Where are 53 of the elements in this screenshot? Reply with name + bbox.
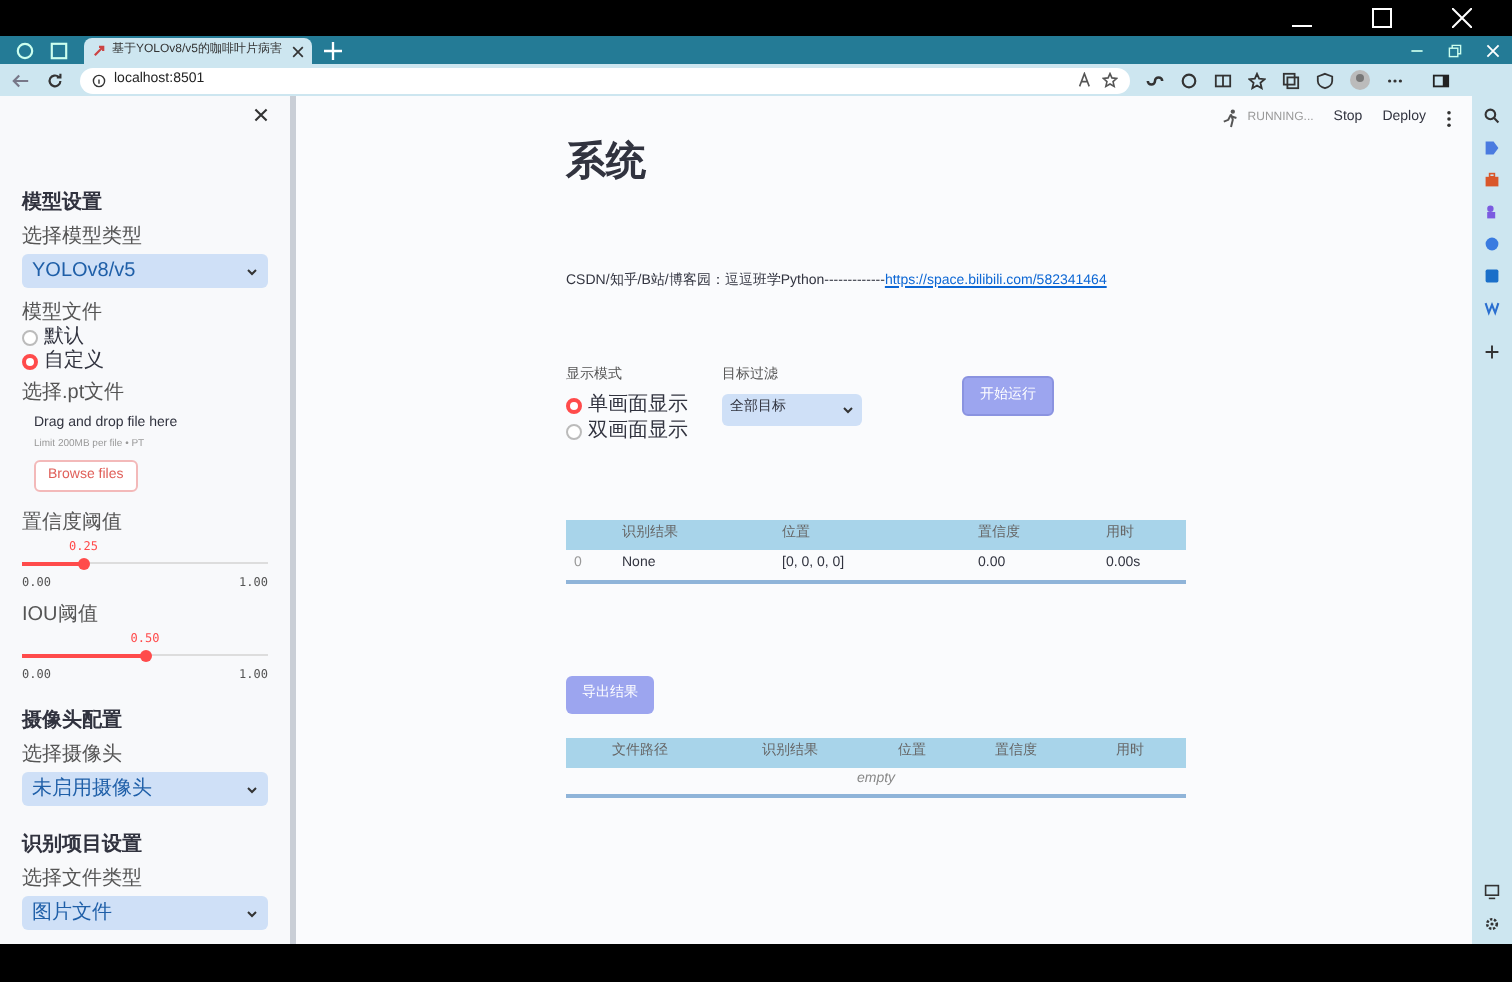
chevron-down-icon <box>842 405 854 413</box>
slider-thumb[interactable] <box>77 557 90 569</box>
tag-icon[interactable] <box>1484 140 1500 156</box>
back-icon[interactable] <box>12 71 30 89</box>
section-heading: 模型设置 <box>22 190 104 218</box>
chevron-down-icon <box>246 909 258 917</box>
section-heading: 摄像头配置 <box>22 708 124 736</box>
field-label: 选择.pt文件 <box>22 382 127 406</box>
page-title: 系统 <box>566 137 648 187</box>
field-label: 置信度阈值 <box>22 512 124 536</box>
radio-label: 自定义 <box>44 350 104 374</box>
dropdown-select[interactable]: 图片文件 <box>22 896 268 930</box>
split-screen-icon[interactable] <box>1214 71 1232 89</box>
field-label: IOU阈值 <box>22 604 100 628</box>
dropdown-select[interactable]: 未启用摄像头 <box>22 772 268 806</box>
slider-thumb[interactable] <box>139 649 151 661</box>
collections-icon[interactable] <box>1282 71 1300 89</box>
search-icon[interactable] <box>1484 108 1500 124</box>
favorites-icon[interactable] <box>1248 71 1266 89</box>
dropdown-select[interactable]: YOLOv8/v5 <box>22 254 268 288</box>
close-icon[interactable] <box>292 45 304 57</box>
chevron-down-icon <box>246 267 258 275</box>
radio-label: 双画面显示 <box>588 419 688 443</box>
tab-actions-icon[interactable] <box>50 42 68 60</box>
restore-icon[interactable] <box>1448 44 1462 58</box>
radio-label: 单画面显示 <box>588 393 688 417</box>
radio-button[interactable] <box>22 330 38 346</box>
workspaces-icon[interactable] <box>16 42 34 60</box>
radio-button[interactable] <box>566 423 582 439</box>
new-tab-icon[interactable] <box>324 42 342 60</box>
field-label: 选择模型类型 <box>22 226 144 250</box>
radio-button[interactable] <box>22 354 38 370</box>
read-aloud-icon[interactable] <box>1078 72 1094 88</box>
briefcase-icon[interactable] <box>1484 172 1500 188</box>
maximize-icon[interactable] <box>1372 8 1392 28</box>
sidebar-toggle-icon[interactable] <box>1432 71 1450 89</box>
menu-icon[interactable] <box>1446 109 1452 128</box>
info-icon <box>92 73 106 87</box>
running-person-icon <box>1221 108 1240 129</box>
chevron-down-icon <box>246 785 258 793</box>
star-icon[interactable] <box>1102 72 1118 88</box>
radio-button[interactable] <box>566 397 582 413</box>
shield-icon[interactable] <box>1316 71 1334 89</box>
plus-icon[interactable] <box>1484 344 1500 360</box>
profile-icon[interactable] <box>1350 70 1370 90</box>
close-icon[interactable] <box>254 108 268 122</box>
field-label: 模型文件 <box>22 302 104 326</box>
section-heading: 识别项目设置 <box>22 832 144 860</box>
field-label: 选择文件类型 <box>22 868 144 892</box>
radio-label: 默认 <box>44 326 84 349</box>
screen-icon[interactable] <box>1484 884 1500 900</box>
field-label: 选择摄像头 <box>22 744 124 768</box>
settings-icon[interactable] <box>1484 916 1500 932</box>
